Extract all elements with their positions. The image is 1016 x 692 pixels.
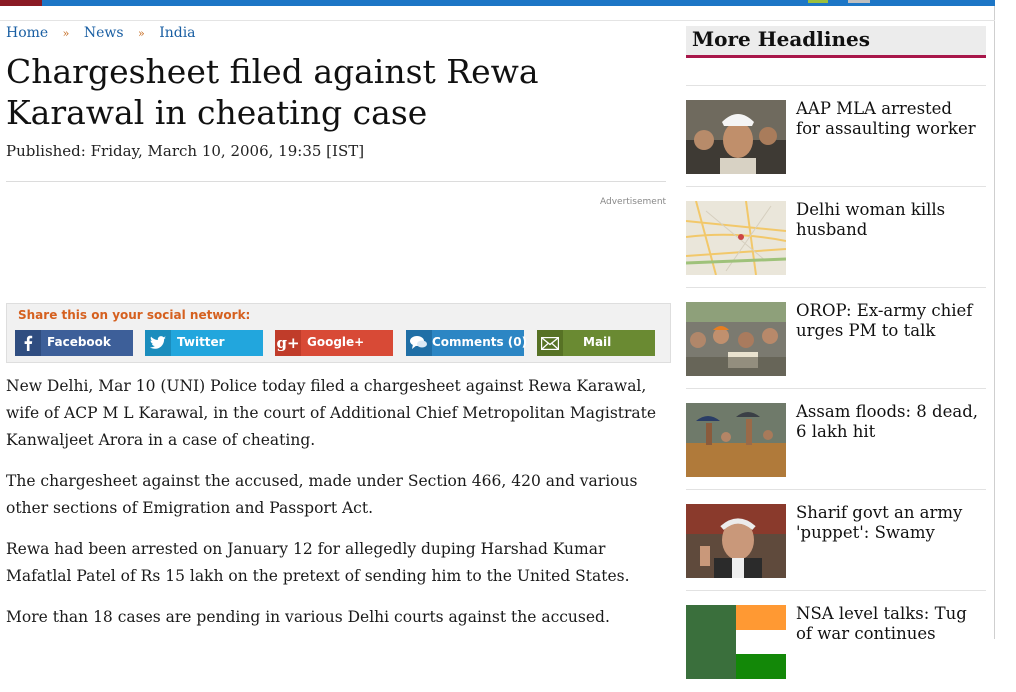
divider — [0, 20, 995, 21]
share-bar: Share this on your social network: Faceb… — [6, 303, 671, 363]
twitter-share-label: Twitter — [177, 335, 225, 349]
mail-share-button[interactable]: Mail — [537, 330, 655, 356]
nav-button-grey[interactable] — [848, 0, 870, 3]
headline-link[interactable]: NSA level talks: Tug of war continues — [796, 604, 981, 644]
headline-thumbnail[interactable] — [686, 403, 786, 477]
headline-link[interactable]: Assam floods: 8 dead, 6 lakh hit — [796, 402, 981, 442]
twitter-icon — [145, 330, 171, 356]
headline-thumbnail[interactable] — [686, 605, 786, 679]
comments-label: Comments (0) — [432, 335, 528, 349]
more-headlines-title: More Headlines — [692, 27, 870, 51]
headline-thumbnail[interactable] — [686, 504, 786, 578]
article-title: Chargesheet filed against Rewa Karawal i… — [6, 52, 539, 132]
google-plus-share-button[interactable]: g+ Google+ — [275, 330, 393, 356]
facebook-share-button[interactable]: Facebook — [15, 330, 133, 356]
article-paragraph: New Delhi, Mar 10 (UNI) Police today fil… — [6, 377, 657, 449]
chevron-right-icon: » — [62, 27, 70, 40]
published-date: Published: Friday, March 10, 2006, 19:35… — [6, 142, 365, 160]
headline-item[interactable]: AAP MLA arrested for assaulting worker — [686, 85, 986, 187]
nav-button-green[interactable] — [808, 0, 828, 3]
headline-link[interactable]: Delhi woman kills husband — [796, 200, 981, 240]
headline-thumbnail[interactable] — [686, 201, 786, 275]
advertisement-label: Advertisement — [600, 197, 667, 207]
headline-link[interactable]: AAP MLA arrested for assaulting worker — [796, 99, 981, 139]
facebook-icon — [15, 330, 41, 356]
headline-item[interactable]: Delhi woman kills husband — [686, 186, 986, 288]
content-border — [994, 6, 995, 639]
breadcrumb: Home » News » India — [6, 25, 196, 41]
google-plus-share-label: Google+ — [307, 335, 365, 349]
breadcrumb-home-link[interactable]: Home — [6, 25, 48, 41]
article-paragraph: The chargesheet against the accused, mad… — [6, 472, 638, 517]
headline-thumbnail[interactable] — [686, 302, 786, 376]
divider — [6, 181, 666, 182]
share-label: Share this on your social network: — [18, 308, 251, 322]
headline-thumbnail[interactable] — [686, 100, 786, 174]
twitter-share-button[interactable]: Twitter — [145, 330, 263, 356]
headline-item[interactable]: Assam floods: 8 dead, 6 lakh hit — [686, 388, 986, 490]
headline-item[interactable]: Sharif govt an army 'puppet': Swamy — [686, 489, 986, 591]
headline-item[interactable]: OROP: Ex-army chief urges PM to talk — [686, 287, 986, 389]
article-body: New Delhi, Mar 10 (UNI) Police today fil… — [6, 373, 671, 645]
headline-item[interactable]: NSA level talks: Tug of war continues — [686, 590, 986, 692]
article-paragraph: More than 18 cases are pending in variou… — [6, 608, 610, 626]
chevron-right-icon: » — [138, 27, 145, 40]
mail-share-label: Mail — [583, 335, 612, 349]
comments-button[interactable]: Comments (0) — [406, 330, 528, 356]
mail-icon — [537, 330, 563, 356]
breadcrumb-india-link[interactable]: India — [159, 25, 195, 41]
headline-link[interactable]: OROP: Ex-army chief urges PM to talk — [796, 301, 981, 341]
google-plus-icon: g+ — [275, 330, 301, 356]
top-nav-bar — [0, 0, 995, 6]
article-paragraph: Rewa had been arrested on January 12 for… — [6, 540, 630, 585]
brand-strip — [0, 0, 42, 6]
headline-link[interactable]: Sharif govt an army 'puppet': Swamy — [796, 503, 981, 543]
more-headlines-header: More Headlines — [686, 26, 986, 58]
comments-icon — [406, 330, 432, 356]
facebook-share-label: Facebook — [47, 335, 111, 349]
breadcrumb-news-link[interactable]: News — [84, 25, 124, 41]
